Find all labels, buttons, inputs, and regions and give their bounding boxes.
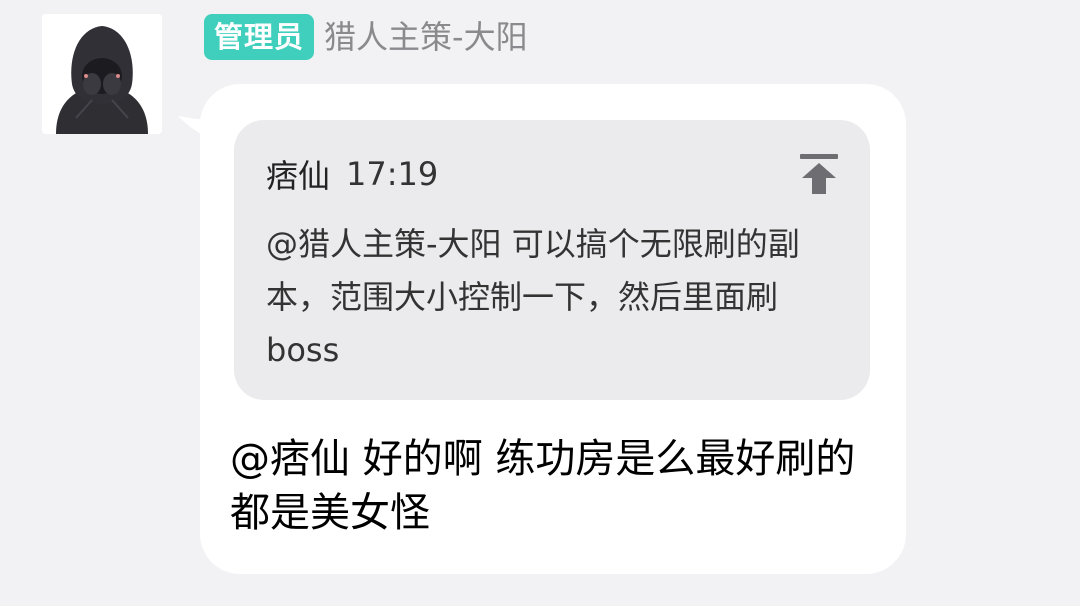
arrow-to-top-icon[interactable] <box>800 154 838 196</box>
quoted-message[interactable]: 痞仙 17:19 @猎人主策-大阳 可以搞个无限刷的副本，范围大小控制一下，然后… <box>234 120 870 400</box>
reply-text: @痞仙 好的啊 练功房是么最好刷的都是美女怪 <box>230 436 856 536</box>
quote-time: 17:19 <box>346 155 439 193</box>
admin-role-badge: 管理员 <box>204 14 315 60</box>
sender-name[interactable]: 猎人主策-大阳 <box>324 14 528 60</box>
quote-text: @猎人主策-大阳 可以搞个无限刷的副本，范围大小控制一下，然后里面刷boss <box>266 225 800 369</box>
quote-author: 痞仙 <box>266 157 331 195</box>
sender-header: 管理员 猎人主策-大阳 <box>204 14 528 60</box>
hooded-figure-avatar-icon <box>42 14 162 134</box>
sender-avatar[interactable] <box>42 14 162 134</box>
quote-header: 痞仙 17:19 <box>266 152 438 196</box>
